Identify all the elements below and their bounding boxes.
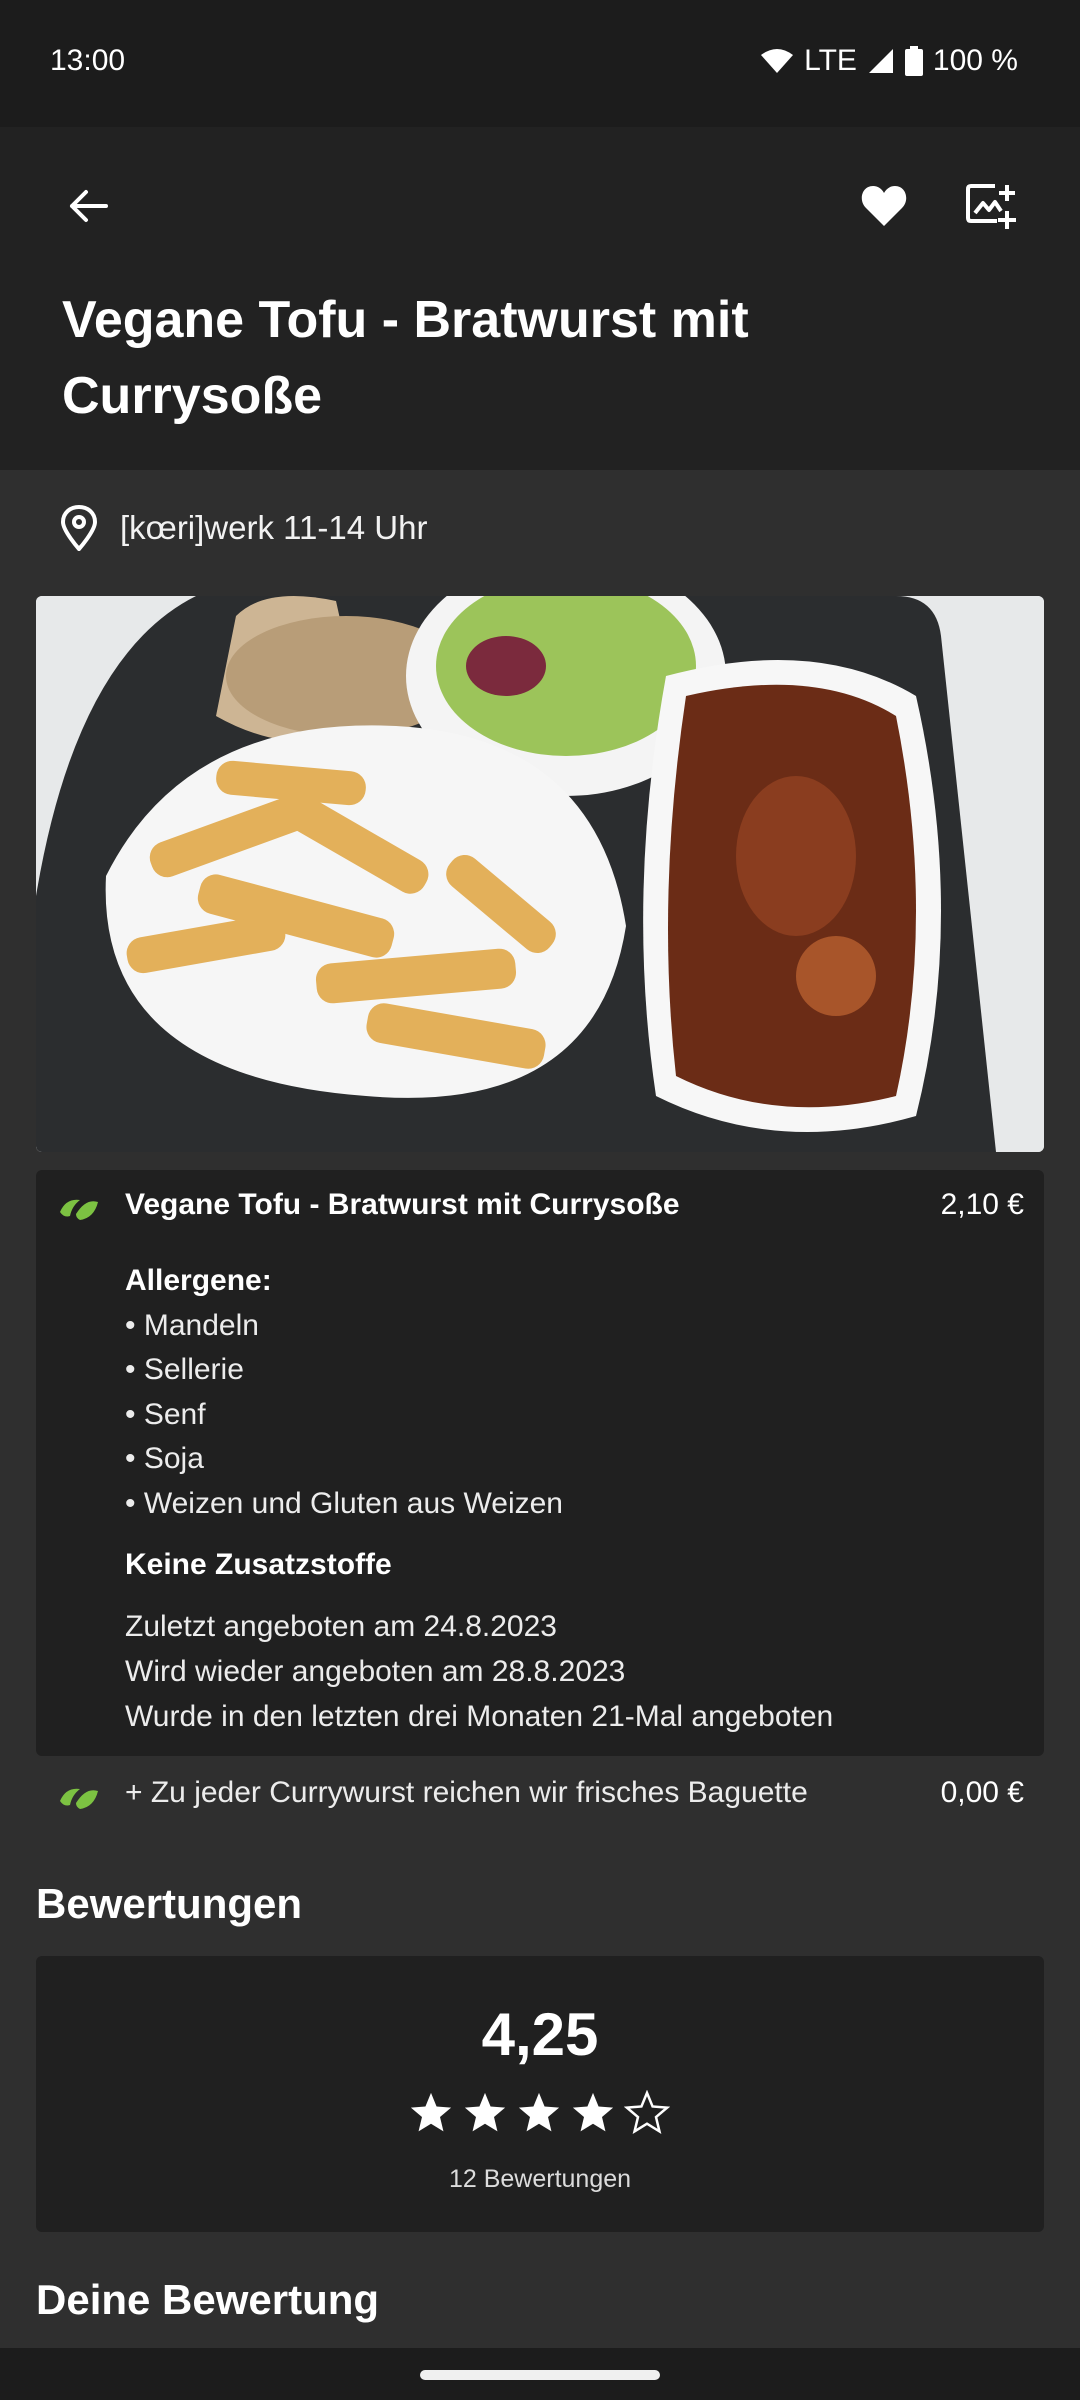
food-photo[interactable] (36, 596, 1044, 1152)
status-bar: 13:00 LTE 100 % (0, 0, 1080, 127)
side-dish-price: 0,00 € (940, 1776, 1024, 1809)
own-rating-heading: Deine Bewertung (36, 2276, 380, 2323)
battery-label: 100 % (932, 44, 1018, 77)
location-pin-icon (60, 505, 98, 551)
location-row: [kœri]werk 11-14 Uhr (60, 505, 427, 551)
allergen-item: • Soja (125, 1442, 204, 1475)
ratings-heading: Bewertungen (36, 1880, 303, 1927)
last-offered-text: Zuletzt angeboten am 24.8.2023 (125, 1610, 557, 1643)
dish-name: Vegane Tofu - Bratwurst mit Currysoße (125, 1188, 680, 1221)
star-filled-icon (518, 2092, 560, 2132)
battery-icon (904, 46, 923, 76)
allergen-item: • Sellerie (125, 1353, 244, 1386)
signal-icon (868, 49, 893, 73)
location-text: [kœri]werk 11-14 Uhr (120, 509, 428, 546)
heart-icon (861, 186, 907, 226)
allergen-item: • Mandeln (125, 1309, 259, 1342)
allergen-item: • Senf (125, 1398, 206, 1431)
home-gesture-handle[interactable] (420, 2370, 660, 2380)
back-button[interactable] (52, 170, 124, 242)
page-title: Vegane Tofu - Bratwurst mit Currysoße (62, 291, 749, 425)
allergen-item: • Weizen und Gluten aus Weizen (125, 1487, 563, 1520)
leaf-icon (60, 1199, 98, 1220)
dish-price: 2,10 € (940, 1188, 1024, 1221)
next-offered-text: Wird wieder angeboten am 28.8.2023 (125, 1655, 626, 1688)
star-outline-icon (624, 2090, 670, 2135)
network-label: LTE (804, 44, 857, 77)
star-filled-icon (410, 2092, 452, 2132)
status-time: 13:00 (50, 44, 126, 77)
add-image-button[interactable] (955, 170, 1027, 242)
star-filled-icon (572, 2092, 614, 2132)
side-dish-name: + Zu jeder Currywurst reichen wir frisch… (125, 1776, 808, 1809)
wifi-icon (761, 49, 794, 73)
rating-score: 4,25 (481, 2001, 599, 2068)
back-arrow-icon (70, 190, 108, 222)
star-filled-icon (464, 2092, 506, 2132)
rating-stars (408, 2090, 670, 2136)
food-photo-image (36, 596, 1044, 1152)
additives-label: Keine Zusatzstoffe (125, 1548, 392, 1581)
rating-count: 12 Bewertungen (448, 2165, 632, 2193)
favorite-button[interactable] (848, 170, 920, 242)
allergens-heading: Allergene: (125, 1264, 272, 1297)
offer-frequency-text: Wurde in den letzten drei Monaten 21-Mal… (125, 1700, 834, 1733)
add-image-icon (966, 184, 1016, 229)
status-icons: LTE 100 % (760, 44, 1018, 78)
leaf-icon (60, 1788, 98, 1809)
